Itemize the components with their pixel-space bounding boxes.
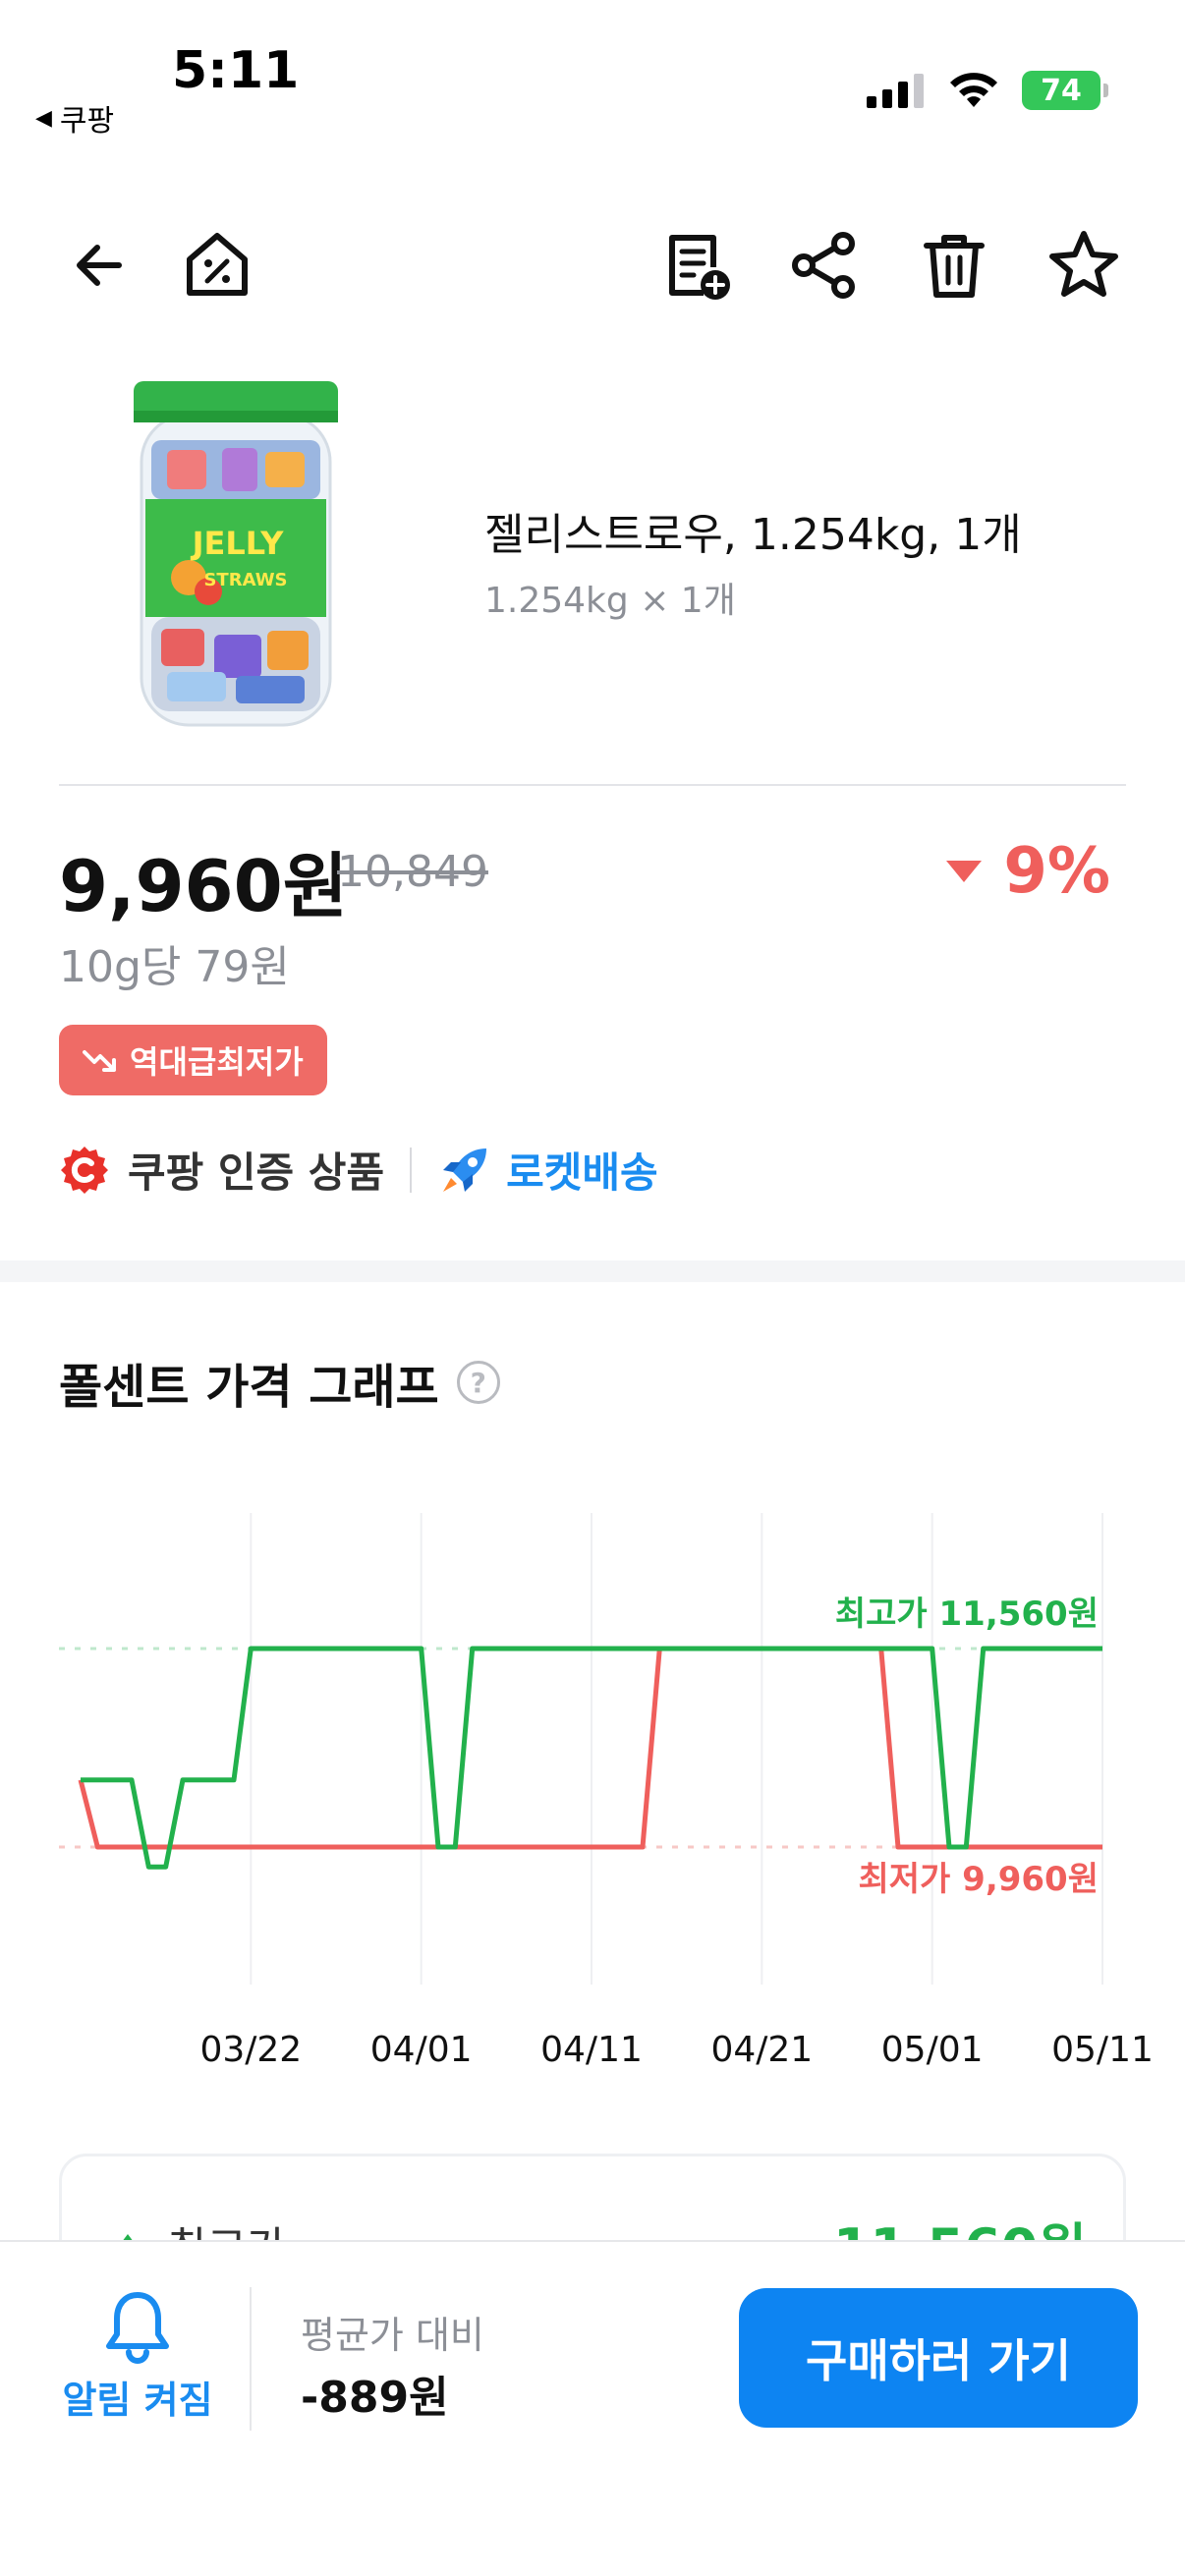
average-compare-label: 평균가 대비 <box>301 2314 484 2357</box>
status-indicators: 74 <box>867 71 1108 110</box>
original-price: 10,849 <box>337 847 488 897</box>
cert-separator <box>410 1147 413 1193</box>
back-app-label: 쿠팡 <box>59 104 115 139</box>
delete-button[interactable] <box>910 221 998 309</box>
wifi-icon <box>950 73 997 107</box>
arrow-left-icon <box>77 245 122 286</box>
list-add-icon <box>669 235 730 300</box>
min-price-label: 최저가 9,960원 <box>858 1860 1099 1899</box>
home-deals-button[interactable] <box>173 221 261 309</box>
add-to-list-button[interactable] <box>651 221 740 309</box>
buy-button[interactable]: 구매하러 가기 <box>739 2288 1138 2428</box>
graph-title: 폴센트 가격 그래프 <box>59 1360 439 1415</box>
current-price: 9,960원 <box>59 845 348 927</box>
back-to-app-link[interactable]: ◀ 쿠팡 <box>35 96 114 140</box>
x-tick-label: 04/01 <box>370 2030 473 2070</box>
discount-rate: 9% <box>944 835 1110 908</box>
certification-row: 쿠팡 인증 상품 로켓배송 <box>59 1140 658 1200</box>
svg-text:STRAWS: STRAWS <box>203 570 287 590</box>
rocket-icon <box>443 1148 487 1192</box>
trash-icon <box>924 235 985 298</box>
status-time: 5:11 <box>172 41 300 100</box>
discount-value: 9% <box>1003 835 1110 908</box>
battery-level: 74 <box>1041 73 1082 108</box>
bell-icon <box>106 2292 169 2364</box>
coupang-cert-label: 쿠팡 인증 상품 <box>128 1148 385 1197</box>
svg-text:JELLY: JELLY <box>191 525 285 562</box>
home-percent-icon <box>187 233 248 296</box>
average-compare-value: -889원 <box>301 2373 449 2423</box>
badge-label: 역대급최저가 <box>130 1043 304 1081</box>
product-title: 젤리스트로우, 1.254kg, 1개 <box>484 510 1022 560</box>
alarm-label: 알림 켜짐 <box>62 2379 213 2422</box>
battery-indicator: 74 <box>1022 71 1108 110</box>
star-icon <box>1049 231 1118 297</box>
help-icon[interactable]: ? <box>456 1361 500 1404</box>
x-axis-ticks: 03/22 04/01 04/11 04/21 05/01 05/11 <box>199 2030 1153 2070</box>
product-quantity: 1.254kg × 1개 <box>484 581 736 621</box>
product-image: JELLY STRAWS <box>134 381 338 727</box>
max-price-label: 최고가 11,560원 <box>835 1595 1099 1634</box>
price-chart: 최고가 11,560원 최저가 9,960원 03/22 04/01 04/11 04… <box>59 1513 1154 2070</box>
lowest-price-badge: 역대급최저가 <box>59 1025 327 1095</box>
section-separator <box>0 1260 1185 1282</box>
alarm-toggle[interactable]: 알림 켜짐 <box>57 2289 218 2424</box>
back-triangle-icon: ◀ <box>35 105 52 131</box>
share-button[interactable] <box>779 221 868 309</box>
x-tick-label: 04/11 <box>540 2030 643 2070</box>
share-icon <box>792 232 855 299</box>
bottom-separator <box>250 2287 252 2431</box>
x-tick-label: 05/11 <box>1051 2030 1154 2070</box>
x-tick-label: 03/22 <box>199 2030 302 2070</box>
trend-down-icon <box>83 1050 116 1072</box>
back-button[interactable] <box>55 221 143 309</box>
x-tick-label: 05/01 <box>881 2030 984 2070</box>
favorite-button[interactable] <box>1040 221 1128 309</box>
unit-price: 10g당 79원 <box>59 942 290 992</box>
divider <box>59 784 1126 786</box>
down-triangle-icon <box>946 861 983 882</box>
x-tick-label: 04/21 <box>710 2030 813 2070</box>
graph-title-row: 폴센트 가격 그래프 ? <box>59 1348 500 1417</box>
rocket-delivery-label: 로켓배송 <box>506 1148 658 1197</box>
signal-icon <box>867 74 924 108</box>
coupang-cert-icon <box>61 1146 108 1194</box>
